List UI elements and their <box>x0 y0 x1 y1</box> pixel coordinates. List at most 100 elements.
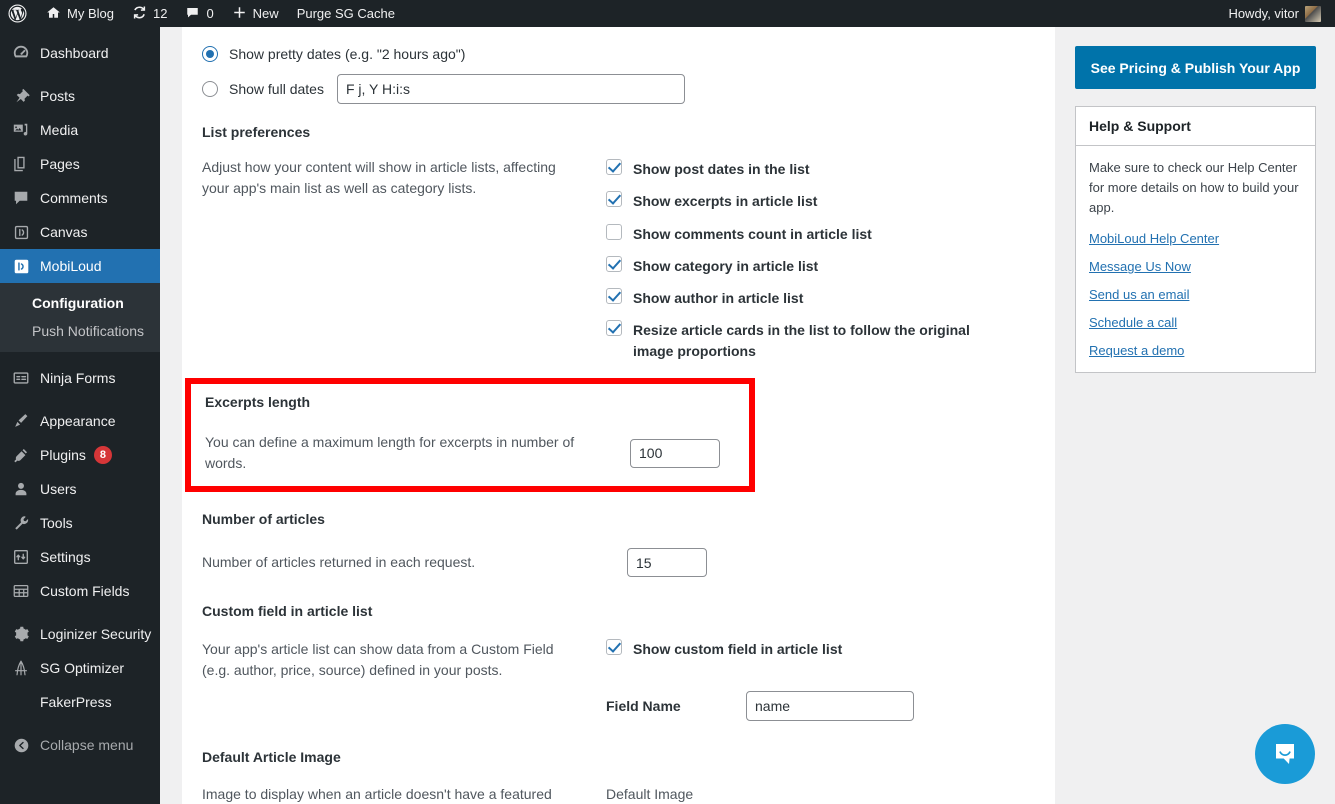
show-excerpts-checkbox[interactable] <box>606 191 622 208</box>
sidebar-item-posts[interactable]: Posts <box>0 79 160 113</box>
mobiloud-submenu: Configuration Push Notifications <box>0 283 160 352</box>
checkbox-row[interactable]: Show category in article list <box>606 255 1035 276</box>
intercom-chat-launcher[interactable] <box>1255 724 1315 784</box>
default-article-image-description: Image to display when an article doesn't… <box>202 786 552 803</box>
checkbox-row[interactable]: Resize article cards in the list to foll… <box>606 320 994 361</box>
show-author-checkbox[interactable] <box>606 288 622 305</box>
help-support-card: Help & Support Make sure to check our He… <box>1075 106 1316 374</box>
content-area: Show pretty dates (e.g. "2 hours ago") S… <box>160 27 1335 804</box>
custom-field-desc-col: Your app's article list can show data fr… <box>202 639 606 721</box>
sidebar-item-pages[interactable]: Pages <box>0 147 160 181</box>
sidebar-item-mobiloud[interactable]: MobiLoud <box>0 249 160 283</box>
howdy-label: Howdy, vitor <box>1228 6 1299 21</box>
table-icon <box>11 581 31 601</box>
wordpress-logo-icon[interactable] <box>0 0 37 27</box>
comments-icon <box>11 188 31 208</box>
sidebar-item-label: Comments <box>40 190 108 206</box>
list-preferences-desc-col: Adjust how your content will show in art… <box>202 157 606 373</box>
excerpts-length-row: You can define a maximum length for exce… <box>205 432 735 474</box>
number-of-articles-input[interactable] <box>627 548 707 578</box>
excerpts-length-input[interactable] <box>630 438 720 468</box>
help-link-message-us[interactable]: Message Us Now <box>1089 259 1302 274</box>
checkbox-label: Show comments count in article list <box>633 225 872 242</box>
default-image-controls-col: Default Image Upload Image <box>606 784 1035 804</box>
pin-icon <box>11 86 31 106</box>
media-icon <box>11 120 31 140</box>
updates-count: 12 <box>152 6 168 21</box>
help-link-help-center[interactable]: MobiLoud Help Center <box>1089 231 1302 246</box>
sidebar-item-dashboard[interactable]: Dashboard <box>0 36 160 70</box>
checkbox-row[interactable]: Show post dates in the list <box>606 159 1035 179</box>
new-content-link[interactable]: New <box>223 0 288 27</box>
gear-icon <box>11 624 31 644</box>
admin-sidebar: Dashboard Posts Media Pages Comments Can… <box>0 27 160 804</box>
sidebar-item-settings[interactable]: Settings <box>0 540 160 574</box>
site-name-link[interactable]: My Blog <box>37 0 123 27</box>
sidebar-item-comments[interactable]: Comments <box>0 181 160 215</box>
sidebar-subitem-configuration[interactable]: Configuration <box>0 289 160 317</box>
help-link-send-email[interactable]: Send us an email <box>1089 287 1302 302</box>
sidebar-item-ninja-forms[interactable]: Ninja Forms <box>0 361 160 395</box>
see-pricing-button[interactable]: See Pricing & Publish Your App <box>1075 46 1316 89</box>
number-of-articles-description: Number of articles returned in each requ… <box>202 554 476 571</box>
field-name-label: Field Name <box>606 698 681 715</box>
sidebar-item-fakerpress[interactable]: FakerPress <box>0 685 160 719</box>
checkbox-row[interactable]: Show comments count in article list <box>606 223 1035 244</box>
sidebar-item-canvas[interactable]: Canvas <box>0 215 160 249</box>
new-label: New <box>252 6 279 21</box>
collapse-menu-button[interactable]: Collapse menu <box>0 728 160 762</box>
checkbox-row[interactable]: Show excerpts in article list <box>606 191 1035 211</box>
comments-link[interactable]: 0 <box>176 0 222 27</box>
sidebar-item-users[interactable]: Users <box>0 472 160 506</box>
checkbox-row[interactable]: Show custom field in article list <box>606 639 1035 659</box>
sidebar-item-label: Users <box>40 481 77 497</box>
default-image-field-label: Default Image <box>606 786 694 803</box>
sidebar-item-custom-fields[interactable]: Custom Fields <box>0 574 160 608</box>
default-image-desc-col: Image to display when an article doesn't… <box>202 784 606 804</box>
plug-icon <box>11 445 31 465</box>
sidebar-item-plugins[interactable]: Plugins 8 <box>0 438 160 472</box>
field-name-input[interactable] <box>746 691 914 722</box>
help-link-request-demo[interactable]: Request a demo <box>1089 343 1302 358</box>
user-icon <box>11 479 31 499</box>
show-comments-count-checkbox[interactable] <box>606 223 622 240</box>
resize-article-cards-checkbox[interactable] <box>606 320 622 337</box>
show-post-dates-checkbox[interactable] <box>606 159 622 175</box>
sidebar-item-media[interactable]: Media <box>0 113 160 147</box>
sidebar-item-sg-optimizer[interactable]: SG Optimizer <box>0 651 160 685</box>
sidebar-item-appearance[interactable]: Appearance <box>0 404 160 438</box>
help-link-schedule-call[interactable]: Schedule a call <box>1089 315 1302 330</box>
pretty-dates-radio[interactable] <box>202 46 218 62</box>
sidebar-item-loginizer-security[interactable]: Loginizer Security <box>0 617 160 651</box>
excerpts-length-highlight-box: Excerpts length You can define a maximum… <box>185 378 755 493</box>
mobiloud-icon <box>11 256 31 276</box>
sidebar-item-label: Loginizer Security <box>40 626 152 642</box>
howdy-account-link[interactable]: Howdy, vitor <box>1219 0 1335 27</box>
show-custom-field-checkbox[interactable] <box>606 639 622 656</box>
checkbox-label: Show category in article list <box>633 257 819 274</box>
excerpts-length-title: Excerpts length <box>205 394 311 411</box>
pretty-dates-row[interactable]: Show pretty dates (e.g. "2 hours ago") <box>202 39 1035 69</box>
custom-field-body: Your app's article list can show data fr… <box>202 639 1035 722</box>
sidebar-separator <box>0 719 160 728</box>
sidebar-item-tools[interactable]: Tools <box>0 506 160 540</box>
full-dates-row[interactable]: Show full dates <box>202 69 1035 109</box>
full-dates-radio[interactable] <box>202 81 218 97</box>
purge-cache-link[interactable]: Purge SG Cache <box>288 0 404 27</box>
updates-link[interactable]: 12 <box>123 0 176 27</box>
date-format-input[interactable] <box>336 74 685 104</box>
configuration-panel: Show pretty dates (e.g. "2 hours ago") S… <box>182 27 1055 804</box>
sidebar-item-label: Plugins <box>40 447 86 463</box>
sidebar-subitem-push-notifications[interactable]: Push Notifications <box>0 317 160 345</box>
checkbox-label: Show custom field in article list <box>633 641 843 658</box>
home-icon <box>46 5 61 23</box>
checkbox-row[interactable]: Show author in article list <box>606 288 1035 308</box>
sidebar-separator <box>0 352 160 361</box>
show-category-checkbox[interactable] <box>606 255 622 272</box>
plus-icon <box>232 5 247 23</box>
forms-icon <box>11 368 31 388</box>
checkbox-label: Show post dates in the list <box>633 161 810 177</box>
